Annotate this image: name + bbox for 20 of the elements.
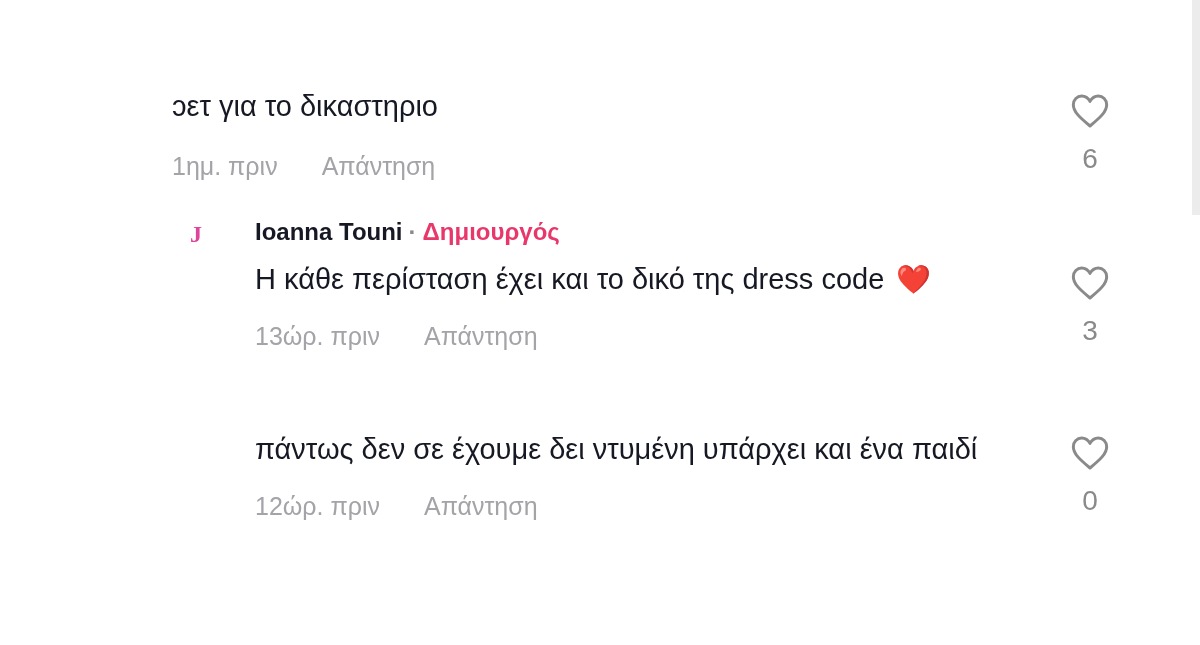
creator-label: Δημιουργός [422, 217, 560, 247]
comment-time: 12ώρ. πριν [255, 491, 380, 522]
comment-text: ɔετ για το δικαστηριο [172, 89, 439, 124]
like-count: 0 [1082, 484, 1098, 518]
heart-icon[interactable] [1070, 434, 1110, 472]
comment-time: 1ημ. πριν [172, 151, 278, 182]
like-count: 6 [1082, 142, 1098, 176]
reply-link[interactable]: Απάντηση [423, 488, 538, 524]
author-name[interactable]: Ioanna Touni [255, 216, 403, 248]
reply-link[interactable]: Απάντηση [423, 318, 538, 354]
heart-emoji: ❤ [896, 263, 932, 296]
reply-link[interactable]: Απάντηση [321, 148, 436, 184]
comment-time: 13ώρ. πριν [255, 321, 380, 352]
separator-dot: · [408, 217, 417, 247]
heart-icon[interactable] [1070, 92, 1110, 130]
avatar-letter[interactable]: J [190, 218, 255, 250]
like-count: 3 [1082, 314, 1098, 348]
comment-text: πάντως δεν σε έχουμε δει ντυμένη υπάρχει και ένα παιδί [255, 432, 979, 467]
heart-icon[interactable] [1070, 264, 1110, 302]
comment-text: Η κάθε περίσταση έχει και το δικό της dress code ❤ [255, 262, 933, 298]
